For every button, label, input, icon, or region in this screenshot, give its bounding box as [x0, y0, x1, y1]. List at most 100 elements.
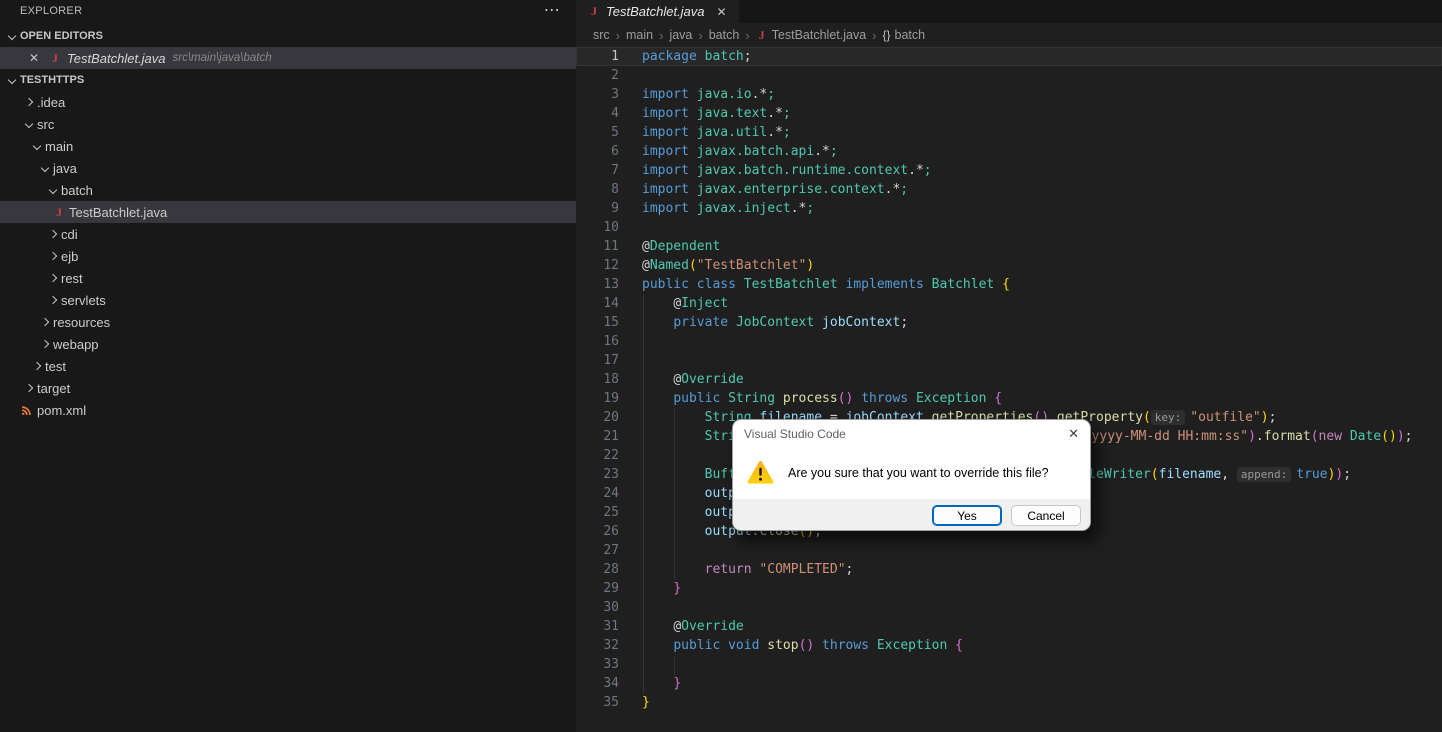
code-line[interactable]: 33 [576, 655, 1442, 674]
code-line[interactable]: 2 [576, 66, 1442, 85]
tree-item-pom-xml[interactable]: pom.xml [0, 399, 576, 421]
breadcrumb-item-src[interactable]: src [593, 28, 610, 42]
tree-item-label: servlets [61, 292, 106, 308]
line-number: 1 [611, 49, 619, 64]
tree-item-label: src [37, 116, 55, 132]
line-number: 35 [603, 695, 619, 710]
line-number: 12 [603, 258, 619, 273]
code-editor[interactable]: 1 package batch; 2 3 import java.io.*; 4 impor… [576, 47, 1442, 732]
line-number: 14 [603, 296, 619, 311]
tree-item-label: resources [53, 314, 111, 330]
breadcrumb-item-batch[interactable]: batch [709, 28, 740, 42]
code-line[interactable]: 9 import javax.inject.*; [576, 199, 1442, 218]
line-number: 19 [603, 391, 619, 406]
code-line[interactable]: 28 return "COMPLETED"; [576, 560, 1442, 579]
code-line[interactable]: 31 @Override [576, 617, 1442, 636]
more-actions-icon[interactable]: ⋯ [544, 0, 560, 20]
line-number: 24 [603, 486, 619, 501]
project-section-header[interactable]: TESTHTTPS [0, 69, 576, 91]
tree-item-testbatchlet-java[interactable]: J TestBatchlet.java [0, 201, 576, 223]
tree-item-resources[interactable]: resources [0, 311, 576, 333]
tree-item-rest[interactable]: rest [0, 267, 576, 289]
dialog-titlebar[interactable]: Visual Studio Code ✕ [733, 420, 1090, 446]
breadcrumb-label: TestBatchlet.java [771, 28, 867, 42]
code-line[interactable]: 29 } [576, 579, 1442, 598]
tab-testbatchlet[interactable]: J TestBatchlet.java ✕ [576, 0, 739, 23]
line-number: 21 [603, 429, 619, 444]
editor-area: J TestBatchlet.java ✕ src › main › java › batc… [576, 0, 1442, 732]
code-line[interactable]: 8 import javax.enterprise.context.*; [576, 180, 1442, 199]
chevron-down-icon [45, 182, 61, 198]
code-text: @Named("TestBatchlet") [642, 258, 815, 273]
code-text: @Override [673, 619, 744, 634]
line-number: 5 [611, 125, 619, 140]
open-editor-item[interactable]: ✕ J TestBatchlet.java src\main\java\batc… [0, 47, 576, 69]
tree-item-servlets[interactable]: servlets [0, 289, 576, 311]
breadcrumb-label: batch [708, 28, 740, 42]
breadcrumb-item-main[interactable]: main [626, 28, 653, 42]
explorer-title: EXPLORER [20, 5, 83, 17]
code-line[interactable]: 10 [576, 218, 1442, 237]
code-line[interactable]: 17 [576, 351, 1442, 370]
code-line[interactable]: 15 private JobContext jobContext; [576, 313, 1442, 332]
code-line[interactable]: 19 public String process() throws Except… [576, 389, 1442, 408]
code-line[interactable]: 1 package batch; [576, 47, 1442, 66]
dialog-close-icon[interactable]: ✕ [1068, 426, 1079, 442]
code-line[interactable]: 14 @Inject [576, 294, 1442, 313]
breadcrumb-item-batch[interactable]: {} batch [883, 28, 926, 42]
code-line[interactable]: 18 @Override [576, 370, 1442, 389]
code-line[interactable]: 27 [576, 541, 1442, 560]
tree-item-src[interactable]: src [0, 113, 576, 135]
code-text: import javax.batch.runtime.context.*; [642, 163, 932, 178]
chevron-down-icon [4, 28, 20, 44]
tab-close-icon[interactable]: ✕ [717, 5, 727, 19]
tab-label: TestBatchlet.java [606, 4, 705, 19]
tree-item-ejb[interactable]: ejb [0, 245, 576, 267]
yes-button[interactable]: Yes [932, 505, 1002, 526]
chevron-right-icon [45, 226, 61, 242]
line-number: 8 [611, 182, 619, 197]
line-number: 27 [603, 543, 619, 558]
tree-item--idea[interactable]: .idea [0, 91, 576, 113]
code-line[interactable]: 11 @Dependent [576, 237, 1442, 256]
tree-item-main[interactable]: main [0, 135, 576, 157]
cancel-button[interactable]: Cancel [1011, 505, 1081, 526]
open-editors-section-header[interactable]: OPEN EDITORS [0, 25, 576, 47]
tree-item-batch[interactable]: batch [0, 179, 576, 201]
code-line[interactable]: 13 public class TestBatchlet implements B… [576, 275, 1442, 294]
chevron-down-icon [37, 160, 53, 176]
breadcrumb-separator: › [615, 27, 621, 43]
chevron-right-icon [45, 270, 61, 286]
code-text: package batch; [642, 49, 752, 64]
code-line[interactable]: 34 } [576, 674, 1442, 693]
tree-item-label: ejb [61, 248, 79, 264]
code-line[interactable]: 7 import javax.batch.runtime.context.*; [576, 161, 1442, 180]
tree-item-webapp[interactable]: webapp [0, 333, 576, 355]
tree-item-java[interactable]: java [0, 157, 576, 179]
breadcrumb-label: java [669, 28, 693, 42]
line-number: 23 [603, 467, 619, 482]
code-line[interactable]: 32 public void stop() throws Exception { [576, 636, 1442, 655]
code-line[interactable]: 16 [576, 332, 1442, 351]
code-line[interactable]: 30 [576, 598, 1442, 617]
code-line[interactable]: 4 import java.text.*; [576, 104, 1442, 123]
code-line[interactable]: 5 import java.util.*; [576, 123, 1442, 142]
tree-item-test[interactable]: test [0, 355, 576, 377]
dialog-title: Visual Studio Code [744, 427, 846, 441]
code-line[interactable]: 3 import java.io.*; [576, 85, 1442, 104]
breadcrumb-item-testbatchlet-java[interactable]: J TestBatchlet.java [756, 28, 867, 43]
line-number: 9 [611, 201, 619, 216]
close-editor-icon[interactable]: ✕ [29, 51, 43, 65]
code-line[interactable]: 35} [576, 693, 1442, 712]
tree-item-label: target [37, 380, 71, 396]
code-text: public class TestBatchlet implements Bat… [642, 277, 1010, 292]
tree-item-label: webapp [53, 336, 99, 352]
tree-item-target[interactable]: target [0, 377, 576, 399]
code-line[interactable]: 12 @Named("TestBatchlet") [576, 256, 1442, 275]
tree-item-cdi[interactable]: cdi [0, 223, 576, 245]
breadcrumb-item-java[interactable]: java [669, 28, 692, 42]
code-text: @Override [673, 372, 744, 387]
code-line[interactable]: 6 import javax.batch.api.*; [576, 142, 1442, 161]
code-text: import javax.inject.*; [642, 201, 815, 216]
java-file-icon: J [758, 27, 765, 42]
